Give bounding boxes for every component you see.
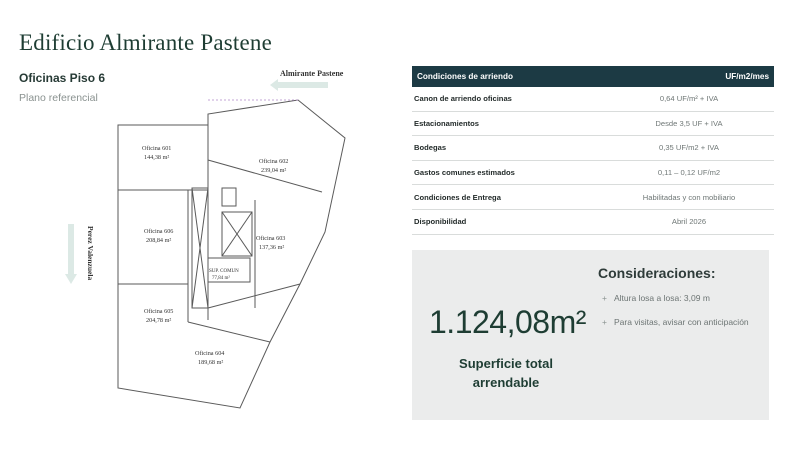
page-title: Edificio Almirante Pastene bbox=[19, 30, 273, 55]
street-arrow-top: Almirante Pastene bbox=[270, 69, 344, 91]
row-value: 0,35 UF/m2 + IVA bbox=[658, 143, 719, 153]
table-header-unit: UF/m2/mes bbox=[725, 72, 769, 81]
svg-text:204,78 m²: 204,78 m² bbox=[146, 317, 171, 324]
svg-text:Oficina 604: Oficina 604 bbox=[195, 350, 224, 357]
table-row: Condiciones de Entrega Habilitadas y con… bbox=[412, 185, 774, 210]
svg-text:Oficina 602: Oficina 602 bbox=[259, 158, 288, 165]
street-label-top: Almirante Pastene bbox=[280, 69, 344, 78]
summary-panel: 1.124,08m² Superficie total arrendable C… bbox=[412, 250, 769, 420]
row-label: Disponibilidad bbox=[414, 217, 467, 227]
office-605: Oficina 605 204,78 m² bbox=[144, 308, 173, 324]
office-604: Oficina 604 189,68 m² bbox=[195, 350, 224, 366]
floor-plan-drawing: Almirante Pastene Perez Valenzuela Ofici… bbox=[65, 69, 346, 409]
svg-text:Oficina 603: Oficina 603 bbox=[256, 235, 285, 242]
table-header-label: Condiciones de arriendo bbox=[417, 72, 513, 81]
row-value: Abril 2026 bbox=[671, 217, 707, 227]
table-row: Bodegas 0,35 UF/m2 + IVA bbox=[412, 136, 774, 161]
street-label-left: Perez Valenzuela bbox=[86, 226, 95, 280]
street-arrow-left: Perez Valenzuela bbox=[65, 224, 95, 284]
floor-plan: Almirante Pastene Perez Valenzuela Ofici… bbox=[60, 62, 360, 422]
row-label: Bodegas bbox=[414, 143, 447, 153]
consideration-item: + Para visitas, avisar con anticipación bbox=[602, 317, 749, 327]
table-row: Disponibilidad Abril 2026 bbox=[412, 210, 774, 235]
office-606: Oficina 606 208,84 m² bbox=[144, 228, 173, 244]
common-area: SUP. COMUN 77,84 m² bbox=[209, 269, 239, 281]
table-header: Condiciones de arriendo UF/m2/mes bbox=[412, 66, 774, 87]
svg-text:137,36 m²: 137,36 m² bbox=[259, 244, 284, 251]
table-row: Canon de arriendo oficinas 0,64 UF/m² + … bbox=[412, 87, 774, 112]
svg-text:SUP. COMUN: SUP. COMUN bbox=[209, 269, 239, 274]
considerations-title: Consideraciones: bbox=[598, 265, 716, 281]
office-601: Oficina 601 144,38 m² bbox=[142, 145, 171, 161]
svg-text:189,68 m²: 189,68 m² bbox=[198, 359, 223, 366]
office-602: Oficina 602 239,04 m² bbox=[259, 158, 288, 174]
svg-text:144,38 m²: 144,38 m² bbox=[144, 154, 169, 161]
plus-icon: + bbox=[602, 317, 607, 327]
table-row: Estacionamientos Desde 3,5 UF + IVA bbox=[412, 112, 774, 137]
office-603: Oficina 603 137,36 m² bbox=[256, 235, 285, 251]
row-value: Habilitadas y con mobiliario bbox=[642, 192, 736, 202]
row-label: Canon de arriendo oficinas bbox=[414, 94, 512, 104]
total-area-value: 1.124,08m² bbox=[429, 304, 586, 340]
plus-icon: + bbox=[602, 293, 607, 303]
svg-text:Oficina 606: Oficina 606 bbox=[144, 228, 173, 235]
consideration-item: + Altura losa a losa: 3,09 m bbox=[602, 293, 710, 303]
row-label: Gastos comunes estimados bbox=[414, 168, 515, 178]
svg-text:Oficina 601: Oficina 601 bbox=[142, 145, 171, 152]
lease-conditions-table: Condiciones de arriendo UF/m2/mes Canon … bbox=[412, 66, 774, 235]
total-area-label: Superficie total arrendable bbox=[459, 356, 553, 390]
table-row: Gastos comunes estimados 0,11 – 0,12 UF/… bbox=[412, 161, 774, 186]
svg-text:Oficina 605: Oficina 605 bbox=[144, 308, 173, 315]
svg-text:239,04 m²: 239,04 m² bbox=[261, 167, 286, 174]
row-value: 0,11 – 0,12 UF/m2 bbox=[657, 168, 721, 178]
row-value: 0,64 UF/m² + IVA bbox=[659, 94, 719, 104]
row-label: Condiciones de Entrega bbox=[414, 192, 501, 202]
row-label: Estacionamientos bbox=[414, 118, 479, 128]
row-value: Desde 3,5 UF + IVA bbox=[655, 118, 723, 128]
svg-text:77,84 m²: 77,84 m² bbox=[212, 275, 230, 281]
svg-text:208,84 m²: 208,84 m² bbox=[146, 237, 171, 244]
